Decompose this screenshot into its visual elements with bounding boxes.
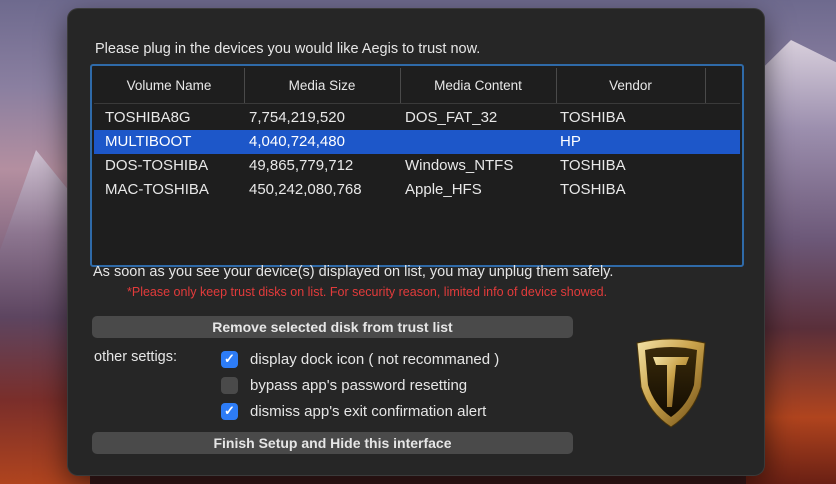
checkmark-icon: ✓ (224, 403, 235, 418)
aegis-shield-icon (636, 338, 706, 428)
cell-volume: MAC-TOSHIBA (105, 181, 209, 198)
checkbox-display-dock-icon[interactable]: ✓ (221, 350, 238, 368)
cell-size: 49,865,779,712 (249, 157, 354, 174)
cell-content: DOS_FAT_32 (405, 109, 498, 126)
setup-dialog: Please plug in the devices you would lik… (68, 9, 764, 475)
option-label: dismiss app's exit confirmation alert (250, 402, 487, 420)
option-dismiss-exit-alert[interactable]: ✓ dismiss app's exit confirmation alert (221, 401, 486, 421)
cell-volume: DOS-TOSHIBA (105, 157, 209, 174)
warning-text: *Please only keep trust disks on list. F… (127, 285, 608, 299)
other-settings-label: other settigs: (94, 349, 178, 365)
cell-vendor: TOSHIBA (560, 109, 626, 126)
info-text: As soon as you see your device(s) displa… (93, 264, 614, 280)
cell-vendor: TOSHIBA (560, 181, 626, 198)
cell-vendor: TOSHIBA (560, 157, 626, 174)
cell-content: Apple_HFS (405, 181, 482, 198)
option-label: display dock icon ( not recommaned ) (250, 350, 500, 368)
cell-size: 7,754,219,520 (249, 109, 345, 126)
column-header-media-size[interactable]: Media Size (244, 68, 401, 103)
table-body: TOSHIBA8G 7,754,219,520 DOS_FAT_32 TOSHI… (94, 106, 740, 202)
column-header-vendor[interactable]: Vendor (556, 68, 706, 103)
checkbox-bypass-password-reset[interactable] (221, 376, 238, 394)
table-row[interactable]: DOS-TOSHIBA 49,865,779,712 Windows_NTFS … (94, 154, 740, 178)
cell-volume: MULTIBOOT (105, 133, 192, 150)
cell-content: Windows_NTFS (405, 157, 514, 174)
table-header: Volume Name Media Size Media Content Ven… (94, 68, 740, 104)
table-row[interactable]: TOSHIBA8G 7,754,219,520 DOS_FAT_32 TOSHI… (94, 106, 740, 130)
cell-vendor: HP (560, 133, 581, 150)
option-display-dock-icon[interactable]: ✓ display dock icon ( not recommaned ) (221, 349, 499, 369)
column-header-media-content[interactable]: Media Content (400, 68, 557, 103)
cell-volume: TOSHIBA8G (105, 109, 191, 126)
cell-size: 450,242,080,768 (249, 181, 362, 198)
finish-setup-button[interactable]: Finish Setup and Hide this interface (92, 432, 573, 454)
table-row[interactable]: MAC-TOSHIBA 450,242,080,768 Apple_HFS TO… (94, 178, 740, 202)
remove-disk-button[interactable]: Remove selected disk from trust list (92, 316, 573, 338)
prompt-text: Please plug in the devices you would lik… (95, 41, 481, 57)
column-header-volume-name[interactable]: Volume Name (94, 68, 245, 103)
checkmark-icon: ✓ (224, 351, 235, 366)
option-label: bypass app's password resetting (250, 376, 468, 394)
device-table[interactable]: Volume Name Media Size Media Content Ven… (90, 64, 744, 267)
table-row-selected[interactable]: MULTIBOOT 4,040,724,480 HP (94, 130, 740, 154)
checkbox-dismiss-exit-alert[interactable]: ✓ (221, 402, 238, 420)
option-bypass-password-reset[interactable]: bypass app's password resetting (221, 375, 467, 395)
cell-size: 4,040,724,480 (249, 133, 345, 150)
